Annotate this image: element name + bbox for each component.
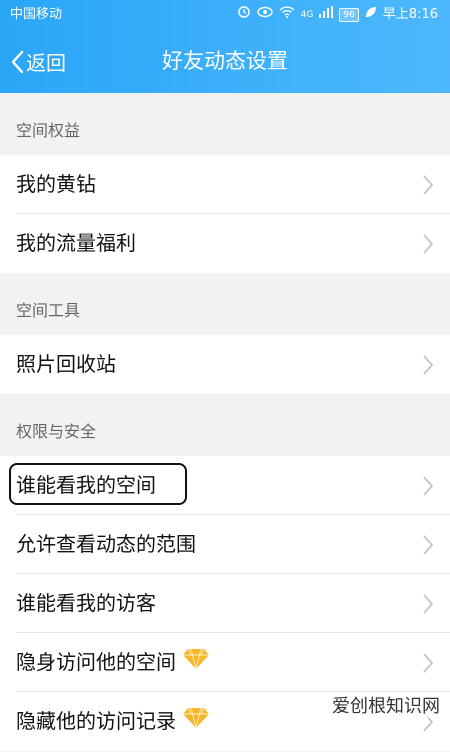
battery-indicator: 96 bbox=[339, 8, 359, 22]
clock-label: 早上8:16 bbox=[382, 7, 438, 22]
page-title: 好友动态设置 bbox=[162, 49, 288, 73]
watermark: 爱创根知识网 bbox=[330, 692, 442, 718]
row-label: 谁能看我的访客 bbox=[16, 591, 156, 615]
network-type-label: 4G bbox=[300, 10, 314, 20]
row-label: 隐藏他的访问记录 bbox=[16, 709, 176, 733]
row-label: 谁能看我的空间 bbox=[16, 473, 156, 497]
wifi-icon bbox=[279, 0, 295, 30]
row-label: 照片回收站 bbox=[16, 352, 116, 376]
alarm-icon bbox=[237, 0, 251, 30]
row-label: 我的流量福利 bbox=[16, 231, 136, 255]
chevron-right-icon bbox=[422, 354, 434, 380]
row-yellow-diamond[interactable]: 我的黄钻 bbox=[0, 155, 450, 214]
row-label-with-icon: 隐身访问他的空间 bbox=[16, 633, 210, 692]
leaf-icon bbox=[365, 0, 377, 30]
chevron-right-icon bbox=[422, 233, 434, 259]
app-header: 中国移动 4G 96 早上8:16 返回 好友动态设置 bbox=[0, 0, 450, 93]
status-icons: 4G 96 早上8:16 bbox=[237, 0, 438, 30]
carrier-label: 中国移动 bbox=[10, 7, 63, 22]
status-bar: 中国移动 4G 96 早上8:16 bbox=[0, 0, 450, 30]
chevron-right-icon bbox=[422, 174, 434, 200]
section-header-rights: 空间权益 bbox=[16, 121, 81, 140]
row-feed-visibility-range[interactable]: 允许查看动态的范围 bbox=[0, 515, 450, 574]
signal-icon bbox=[319, 0, 334, 30]
row-invisible-visit[interactable]: 隐身访问他的空间 bbox=[0, 633, 450, 692]
row-data-benefits[interactable]: 我的流量福利 bbox=[0, 214, 450, 273]
diamond-icon bbox=[182, 634, 210, 693]
section-header-tools: 空间工具 bbox=[16, 301, 81, 320]
diamond-icon bbox=[182, 693, 210, 752]
row-label: 我的黄钻 bbox=[16, 172, 96, 196]
row-photo-recycle-bin[interactable]: 照片回收站 bbox=[0, 335, 450, 394]
row-label-with-icon: 隐藏他的访问记录 bbox=[16, 692, 210, 751]
chevron-right-icon bbox=[422, 652, 434, 678]
row-who-can-see-space[interactable]: 谁能看我的空间 bbox=[0, 456, 450, 515]
eye-icon bbox=[256, 0, 273, 30]
row-label: 隐身访问他的空间 bbox=[16, 650, 176, 674]
row-label: 允许查看动态的范围 bbox=[16, 532, 196, 556]
chevron-right-icon bbox=[422, 475, 434, 501]
chevron-right-icon bbox=[422, 593, 434, 619]
chevron-right-icon bbox=[422, 534, 434, 560]
row-who-can-see-visitors[interactable]: 谁能看我的访客 bbox=[0, 574, 450, 633]
nav-bar: 返回 好友动态设置 bbox=[0, 30, 450, 93]
section-header-privacy: 权限与安全 bbox=[16, 422, 97, 441]
